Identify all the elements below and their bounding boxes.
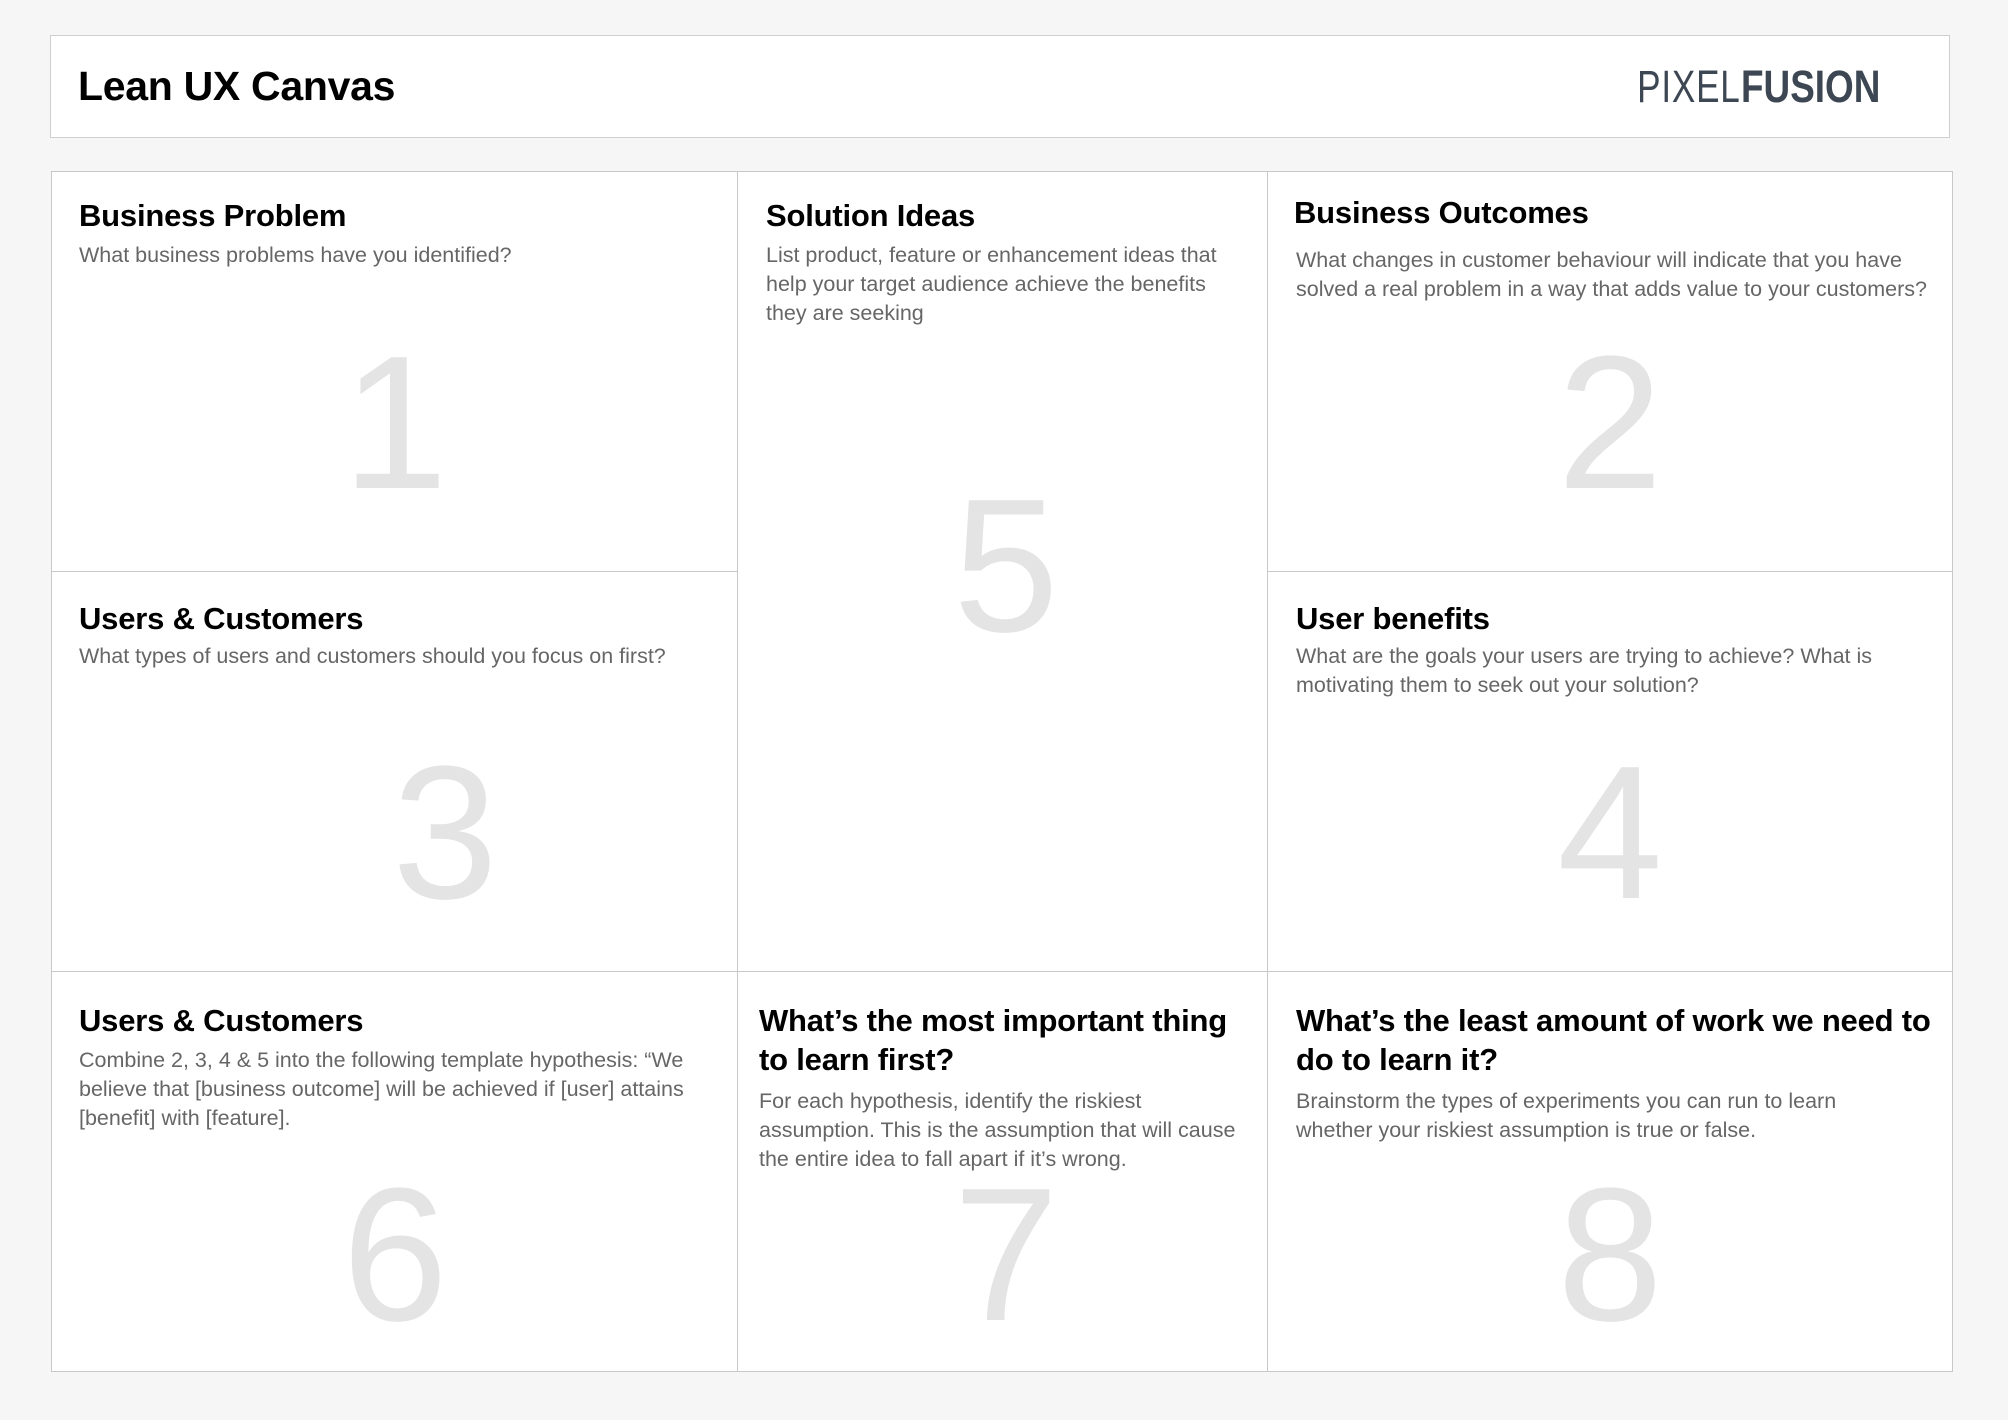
cell-number: 7 (953, 1149, 1059, 1361)
cell-title: Users & Customers (79, 601, 364, 636)
cell-title: What’s the most important thing to learn… (759, 1003, 1227, 1077)
cell-description: What business problems have you identifi… (79, 243, 512, 267)
cell-user-benefits[interactable]: User benefits What are the goals your us… (1268, 572, 1952, 971)
cell-description: List product, feature or enhancement ide… (766, 243, 1217, 325)
cell-title: What’s the least amount of work we need … (1296, 1003, 1931, 1077)
cell-description: What changes in customer behaviour will … (1296, 248, 1927, 301)
cell-number: 4 (1557, 727, 1663, 939)
cell-description: Combine 2, 3, 4 & 5 into the following t… (79, 1048, 684, 1130)
logo-light-text: PIXEL (1637, 61, 1741, 112)
cell-most-important-learning[interactable]: What’s the most important thing to learn… (738, 972, 1267, 1371)
pixelfusion-logo: PIXELFUSION (1608, 64, 1911, 109)
cell-number: 2 (1557, 317, 1663, 529)
cell-title: Business Problem (79, 198, 347, 233)
cell-description: Brainstorm the types of experiments you … (1296, 1089, 1837, 1142)
page-title: Lean UX Canvas (78, 63, 396, 109)
canvas-grid: Business Problem What business problems … (51, 171, 1953, 1372)
cell-number: 3 (392, 727, 498, 939)
cell-description: What types of users and customers should… (79, 644, 666, 668)
cell-solution-ideas[interactable]: Solution Ideas List product, feature or … (738, 172, 1267, 971)
cell-number: 1 (342, 317, 448, 529)
cell-number: 8 (1557, 1149, 1663, 1361)
cell-title: User benefits (1296, 601, 1490, 636)
cell-business-outcomes[interactable]: Business Outcomes What changes in custom… (1268, 172, 1952, 571)
logo-bold-text: FUSION (1740, 61, 1881, 112)
cell-least-work[interactable]: What’s the least amount of work we need … (1268, 972, 1952, 1371)
cell-users-customers[interactable]: Users & Customers What types of users an… (52, 572, 737, 971)
cell-number: 5 (953, 460, 1059, 672)
cell-description: What are the goals your users are trying… (1296, 644, 1872, 697)
cell-title: Solution Ideas (766, 198, 976, 233)
cell-hypothesis[interactable]: Users & Customers Combine 2, 3, 4 & 5 in… (52, 972, 737, 1371)
cell-number: 6 (342, 1149, 448, 1361)
cell-business-problem[interactable]: Business Problem What business problems … (52, 172, 737, 571)
cell-title: Business Outcomes (1294, 195, 1589, 230)
header-bar: Lean UX Canvas PIXELFUSION (50, 35, 1950, 138)
cell-title: Users & Customers (79, 1003, 364, 1038)
